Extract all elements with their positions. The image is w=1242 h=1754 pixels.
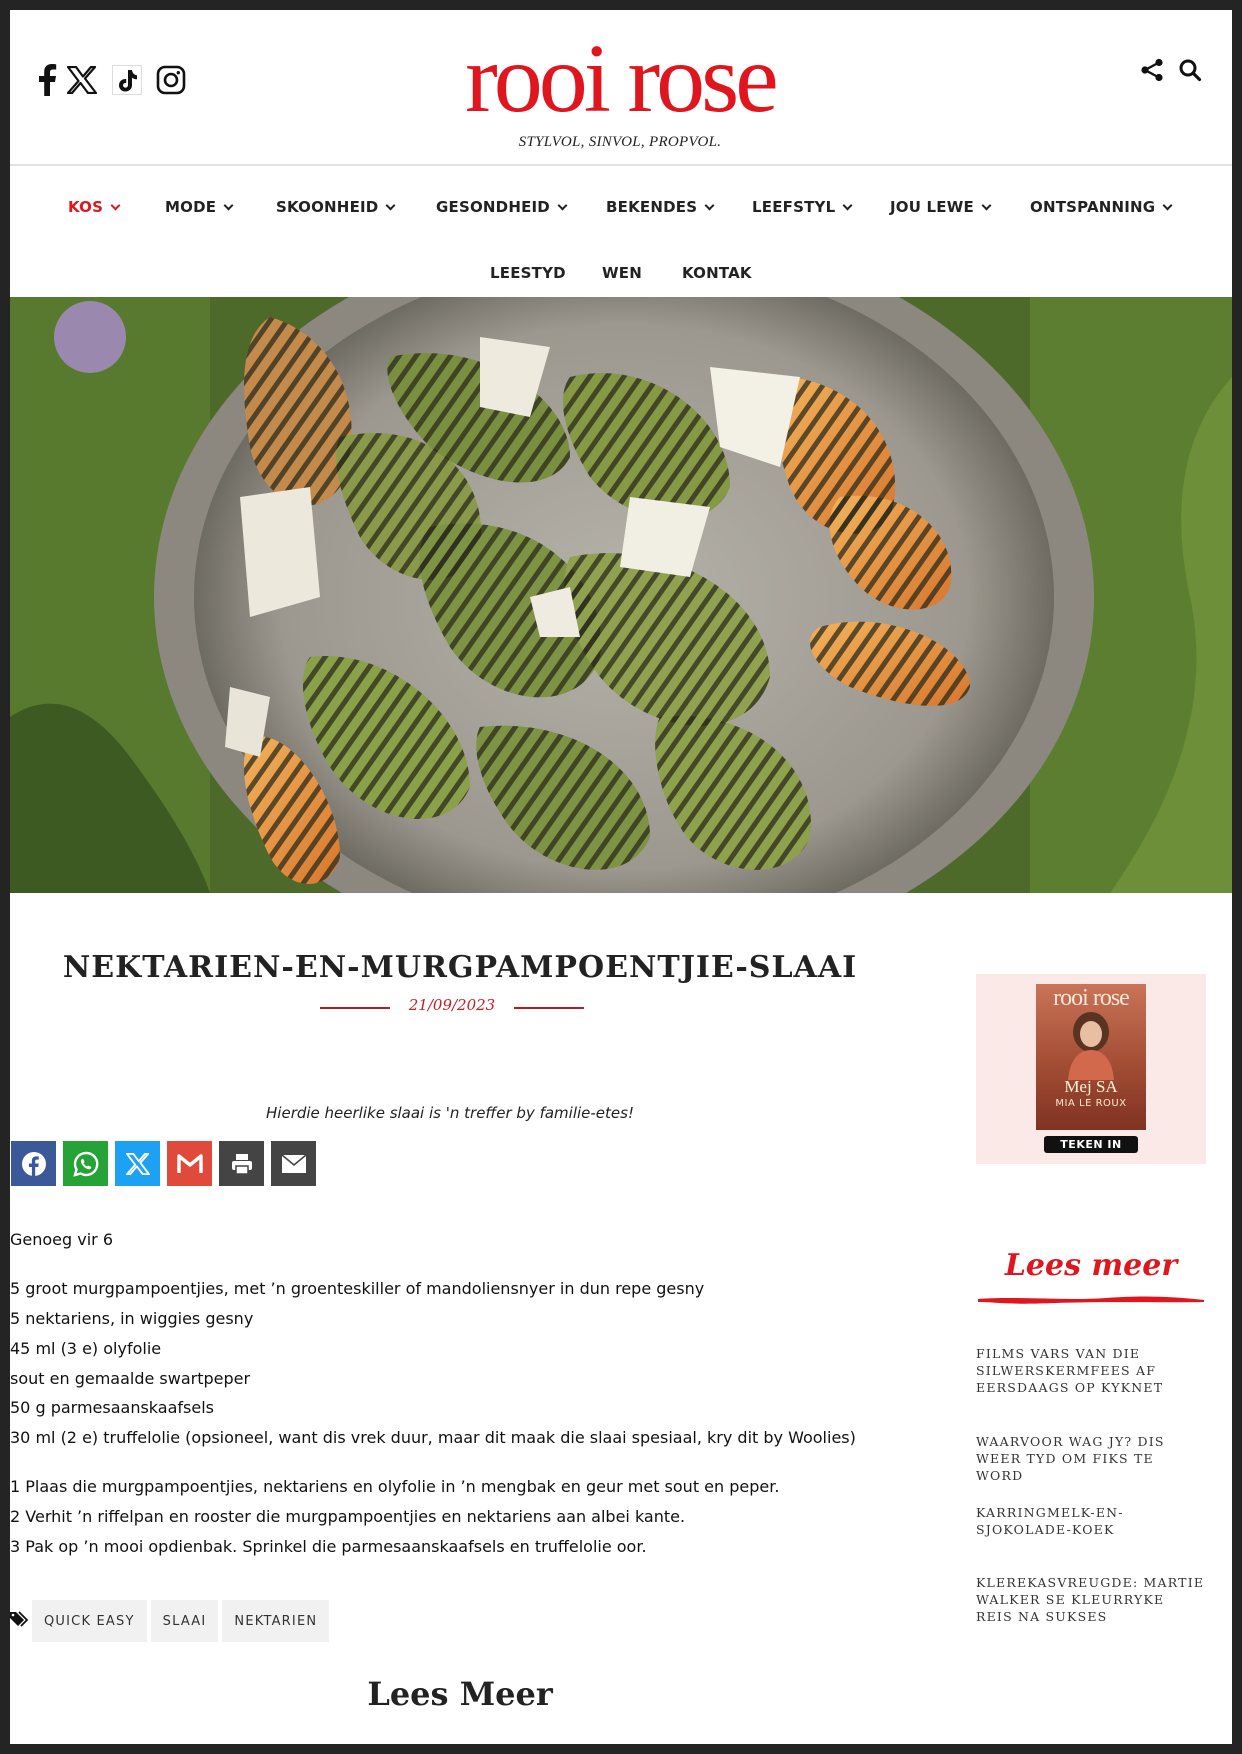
chevron-down-icon (386, 200, 396, 211)
method-step: 2 Verhit ’n riffelpan en rooster die mur… (10, 1507, 686, 1526)
page: rooi rose STYLVOL, SINVOL, PROPVOL. KOS … (10, 10, 1232, 1744)
share-whatsapp-icon[interactable] (63, 1141, 108, 1186)
site-logo[interactable]: rooi rose STYLVOL, SINVOL, PROPVOL. (340, 25, 900, 151)
share-x-icon[interactable] (115, 1141, 160, 1186)
ingredient-item: sout en gemaalde swartpeper (10, 1369, 251, 1388)
nav-item-kos[interactable]: KOS (68, 198, 121, 216)
nav-label: GESONDHEID (436, 198, 550, 216)
tiktok-icon[interactable] (107, 60, 147, 100)
main-navigation: KOS MODE SKOONHEID GESONDHEID BEKENDES L… (10, 166, 1232, 296)
nav-item-kontak[interactable]: KONTAK (682, 264, 752, 282)
sidebar-link[interactable]: KARRINGMELK-EN-SJOKOLADE-KOEK (976, 1504, 1206, 1538)
tag-slaai[interactable]: SLAAI (150, 1600, 219, 1642)
ingredient-item: 30 ml (2 e) truffelolie (opsioneel, want… (10, 1428, 856, 1447)
nav-label: LEEFSTYL (752, 198, 836, 216)
nav-item-leestyd[interactable]: LEESTYD (490, 264, 566, 282)
nav-item-leefstyl[interactable]: LEEFSTYL (752, 198, 853, 216)
hero-image (10, 297, 1232, 893)
method-step: 1 Plaas die murgpampoentjies, nektariens… (10, 1477, 780, 1496)
sidebar-link[interactable]: FILMS VARS VAN DIE SILWERSKERMFEES AF EE… (976, 1345, 1206, 1396)
sidebar-heading: Lees meer (1004, 1248, 1178, 1283)
tag-quick-easy[interactable]: QUICK EASY (32, 1600, 147, 1642)
date-divider-right (514, 1007, 584, 1009)
article-date-row: 21/09/2023 (320, 995, 584, 1019)
chevron-down-icon (110, 200, 121, 211)
ingredient-item: 50 g parmesaanskaafsels (10, 1398, 214, 1417)
chevron-down-icon (704, 200, 715, 211)
chevron-down-icon (842, 200, 853, 211)
nav-label: SKOONHEID (276, 198, 379, 216)
share-email-icon[interactable] (271, 1141, 316, 1186)
tag-nektarien[interactable]: NEKTARIEN (222, 1600, 330, 1642)
nav-item-ontspanning[interactable]: ONTSPANNING (1030, 198, 1173, 216)
site-header: rooi rose STYLVOL, SINVOL, PROPVOL. (10, 10, 1232, 166)
method-step: 3 Pak op ’n mooi opdienbak. Sprinkel die… (10, 1537, 647, 1556)
ingredient-item: 5 groot murgpampoentjies, met ’n groente… (10, 1279, 705, 1298)
ingredient-item: 45 ml (3 e) olyfolie (10, 1339, 162, 1358)
sidebar-link[interactable]: KLEREKASVREUGDE: MARTIE WALKER SE KLEURR… (976, 1574, 1206, 1625)
share-buttons (11, 1141, 316, 1186)
cover-model-image (1068, 1012, 1114, 1080)
magazine-cover[interactable]: rooi rose Mej SA MIA LE ROUX (1036, 984, 1146, 1130)
nav-item-jou-lewe[interactable]: JOU LEWE (890, 198, 992, 216)
tagline: STYLVOL, SINVOL, PROPVOL. (518, 134, 722, 150)
magazine-cover-name: MIA LE ROUX (1055, 1098, 1127, 1109)
nav-item-mode[interactable]: MODE (165, 198, 234, 216)
nav-item-bekendes[interactable]: BEKENDES (606, 198, 715, 216)
article-title: NEKTARIEN-EN-MURGPAMPOENTJIE-SLAAI (62, 950, 858, 985)
chevron-down-icon (981, 200, 992, 211)
chevron-down-icon (1162, 200, 1173, 211)
article-intro: Hierdie heerlike slaai is 'n treffer by … (266, 1104, 634, 1122)
serves-text: Genoeg vir 6 (10, 1230, 114, 1249)
nav-item-gesondheid[interactable]: GESONDHEID (436, 198, 568, 216)
magazine-promo[interactable]: rooi rose Mej SA MIA LE ROUX TEKEN IN (976, 974, 1206, 1164)
chevron-down-icon (223, 200, 234, 211)
nav-label: BEKENDES (606, 198, 698, 216)
ingredient-item: 5 nektariens, in wiggies gesny (10, 1309, 254, 1328)
tags-icon (10, 1611, 32, 1631)
tag-list: QUICK EASY SLAAI NEKTARIEN (10, 1600, 333, 1642)
sidebar-link[interactable]: WAARVOOR WAG JY? DIS WEER TYD OM FIKS TE… (976, 1433, 1206, 1484)
chevron-down-icon (557, 200, 568, 211)
nav-item-wen[interactable]: WEN (602, 264, 642, 282)
nav-item-skoonheid[interactable]: SKOONHEID (276, 198, 396, 216)
subscribe-button[interactable]: TEKEN IN (1044, 1136, 1138, 1153)
instagram-icon[interactable] (151, 60, 191, 100)
lees-meer-heading: Lees Meer (367, 1675, 553, 1713)
share-icon[interactable] (1136, 54, 1168, 86)
facebook-icon[interactable] (27, 60, 67, 100)
nav-label: KOS (68, 198, 104, 216)
logo-text: rooi rose (465, 25, 779, 133)
magazine-headline: Mej SA (1064, 1077, 1118, 1096)
nav-label: MODE (165, 198, 217, 216)
article-date: 21/09/2023 (408, 996, 496, 1014)
brush-underline (978, 1296, 1204, 1304)
search-icon[interactable] (1174, 54, 1206, 86)
nav-label: JOU LEWE (890, 198, 974, 216)
share-facebook-icon[interactable] (11, 1141, 56, 1186)
share-gmail-icon[interactable] (167, 1141, 212, 1186)
nav-label: ONTSPANNING (1030, 198, 1156, 216)
x-icon[interactable] (62, 60, 102, 100)
magazine-brand: rooi rose (1053, 985, 1130, 1011)
share-print-icon[interactable] (219, 1141, 264, 1186)
